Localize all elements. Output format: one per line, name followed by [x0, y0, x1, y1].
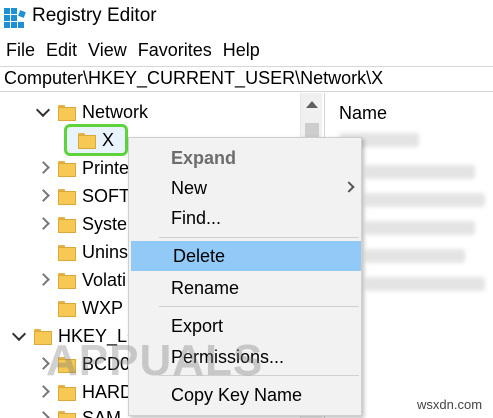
- address-text: Computer\HKEY_CURRENT_USER\Network\X: [4, 68, 384, 88]
- folder-icon: [58, 273, 76, 289]
- tree-item-label: SAM: [82, 407, 122, 418]
- tree-item-label: Volati: [82, 269, 127, 290]
- blurred-value: [365, 277, 485, 291]
- menu-item-new[interactable]: New: [129, 173, 361, 203]
- blurred-value: [365, 193, 485, 207]
- tree-item-system[interactable]: Syste: [36, 210, 127, 238]
- blurred-value: [365, 249, 465, 263]
- menu-item-expand: Expand: [171, 148, 237, 168]
- tree-item-x[interactable]: X: [74, 126, 114, 154]
- tree-item-software[interactable]: SOFT: [36, 182, 130, 210]
- no-chevron: [36, 245, 50, 259]
- chevron-right-icon[interactable]: [36, 273, 50, 287]
- chevron-right-icon[interactable]: [36, 385, 50, 399]
- tree-item-label: SOFT: [82, 185, 130, 206]
- scroll-up-icon[interactable]: [306, 101, 318, 108]
- chevron-right-icon[interactable]: [36, 189, 50, 203]
- folder-open-icon: [78, 133, 96, 149]
- chevron-right-icon[interactable]: [36, 411, 50, 418]
- menu-edit[interactable]: Edit: [40, 38, 82, 62]
- menu-item-label: New: [171, 178, 208, 198]
- tree-item-printers[interactable]: Printe: [36, 154, 129, 182]
- tree-item-label: Network: [82, 101, 149, 122]
- tree-item-label: WXP: [82, 297, 124, 318]
- appuals-watermark: APPUALS: [46, 336, 264, 385]
- blurred-value: [365, 165, 475, 179]
- address-bar[interactable]: Computer\HKEY_CURRENT_USER\Network\X: [0, 66, 493, 92]
- site-watermark: wsxdn.com: [417, 397, 483, 412]
- tree-item-network[interactable]: Network: [36, 98, 148, 126]
- folder-icon: [58, 411, 76, 418]
- folder-icon: [58, 161, 76, 177]
- menu-view[interactable]: View: [82, 38, 132, 62]
- menu-item-delete[interactable]: Delete: [131, 241, 361, 271]
- tree-item-uninstall[interactable]: Unins: [36, 238, 128, 266]
- folder-icon: [58, 189, 76, 205]
- menu-separator: [159, 237, 359, 238]
- menu-bar: File Edit View Favorites Help: [0, 38, 493, 62]
- tree-item-wxp[interactable]: WXP: [36, 294, 123, 322]
- menu-favorites[interactable]: Favorites: [132, 38, 217, 62]
- column-header-name[interactable]: Name: [339, 103, 387, 124]
- blurred-value: [365, 221, 475, 235]
- registry-editor-icon: [4, 8, 26, 28]
- tree-item-label: Syste: [82, 213, 128, 234]
- chevron-right-icon[interactable]: [36, 217, 50, 231]
- folder-icon: [58, 245, 76, 261]
- menu-help[interactable]: Help: [217, 38, 265, 62]
- no-chevron: [36, 301, 50, 315]
- chevron-down-icon[interactable]: [36, 105, 50, 119]
- tree-item-label: Printe: [82, 157, 130, 178]
- title-bar: Registry Editor: [0, 0, 493, 36]
- window-title: Registry Editor: [32, 5, 157, 26]
- folder-icon: [58, 301, 76, 317]
- tree-item-label: Unins: [82, 241, 129, 262]
- tree-item-label: X: [102, 129, 115, 150]
- menu-file[interactable]: File: [0, 38, 40, 62]
- menu-item-find[interactable]: Find...: [129, 203, 361, 233]
- tree-item-sam[interactable]: SAM: [36, 404, 121, 418]
- menu-item-rename[interactable]: Rename: [129, 273, 361, 303]
- folder-icon: [58, 105, 76, 121]
- tree-item-volatile[interactable]: Volati: [36, 266, 126, 294]
- chevron-down-icon[interactable]: [12, 329, 26, 343]
- folder-icon: [58, 217, 76, 233]
- folder-icon: [58, 385, 76, 401]
- chevron-right-icon[interactable]: [36, 161, 50, 175]
- menu-separator: [159, 306, 359, 307]
- chevron-right-icon: [343, 181, 355, 193]
